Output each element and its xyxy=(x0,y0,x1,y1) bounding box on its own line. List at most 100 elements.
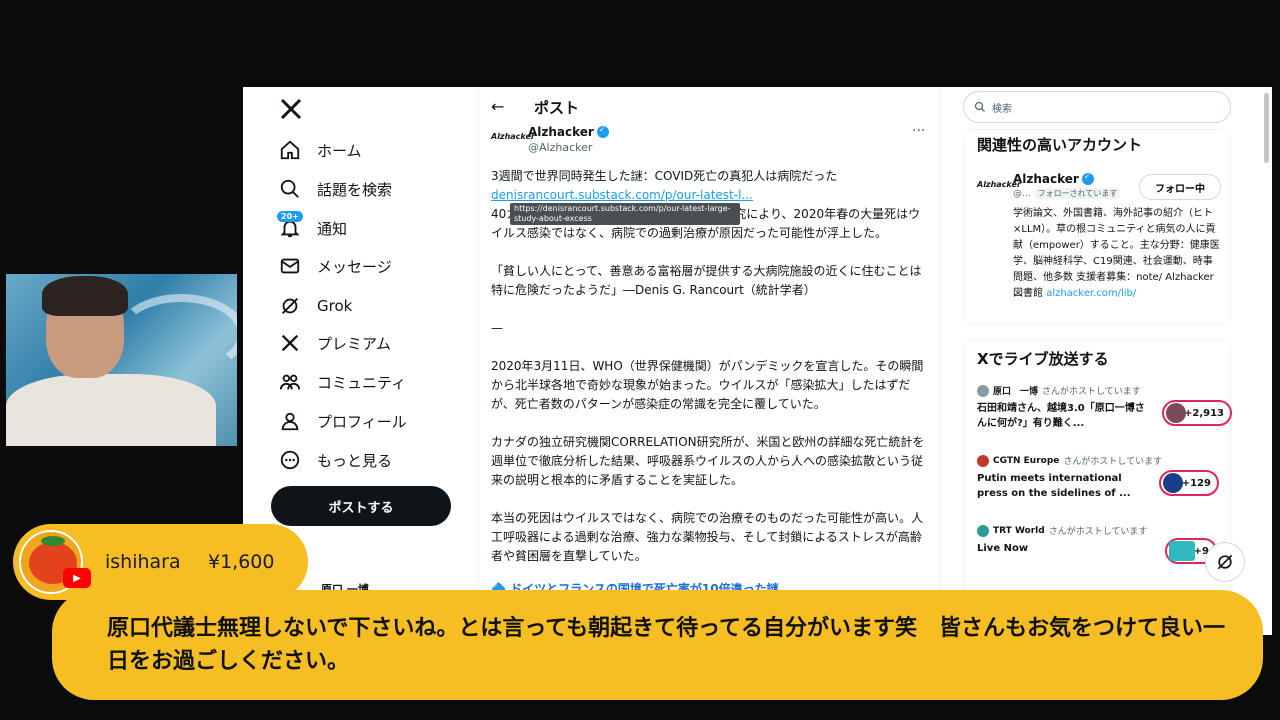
account-name-text: Alzhacker xyxy=(1013,172,1079,186)
author-handle[interactable]: @Alzhacker xyxy=(528,141,592,154)
card-title: Xでライブ放送する xyxy=(977,350,1109,368)
post-paragraph: 本当の死因はウイルスではなく、病院での治療そのものだった可能性が高い。人工呼吸器… xyxy=(491,511,924,563)
search-placeholder: 検索 xyxy=(992,103,1012,115)
live-item[interactable]: 原口 一博 さんがホストしています 石田和靖さん、越境3.0「原口一博さんに何が… xyxy=(977,384,1232,431)
live-host-suffix: さんがホストしています xyxy=(1042,387,1141,397)
verified-badge-icon xyxy=(1081,172,1094,185)
nav-label: Grok xyxy=(317,297,353,315)
host-avatar xyxy=(977,524,989,537)
page-title: ポスト xyxy=(534,99,580,117)
live-listener-count[interactable]: +129 xyxy=(1159,470,1219,496)
nav-label: プロフィール xyxy=(317,412,407,431)
author-name[interactable]: Alzhacker xyxy=(528,125,609,139)
nav-label: メッセージ xyxy=(317,257,392,276)
more-icon xyxy=(280,450,300,470)
host-avatar xyxy=(977,384,989,397)
follows-you-badge: フォローされています xyxy=(1034,188,1121,199)
account-handle-text: @... xyxy=(1013,188,1031,199)
youtube-play-icon: ▶ xyxy=(63,568,91,588)
account-bio-link[interactable]: alzhacker.com/lib/ xyxy=(1046,288,1136,299)
nav-item-notifications[interactable]: 20+ 通知 xyxy=(277,210,348,246)
grok-icon xyxy=(1217,554,1233,570)
grok-icon xyxy=(282,298,298,314)
live-host-name: TRT World xyxy=(993,525,1045,536)
author-name-text: Alzhacker xyxy=(528,125,594,139)
link-tooltip: https://denisrancourt.substack.com/p/our… xyxy=(510,203,740,225)
post-body: 3週間で世界同時発生した謎：COVID死亡の真犯人は病院だった denisran… xyxy=(491,167,929,585)
listener-avatar xyxy=(1163,473,1183,493)
nav-item-home[interactable]: ホーム xyxy=(279,132,362,168)
nav-item-messages[interactable]: メッセージ xyxy=(279,248,392,284)
person-body xyxy=(6,374,216,446)
live-host: TRT World さんがホストしています xyxy=(977,524,1227,537)
account-name[interactable]: Alzhacker xyxy=(1013,172,1094,186)
post-paragraph: 2020年3月11日、WHO（世界保健機関）がパンデミックを宣言した。その瞬間か… xyxy=(491,359,924,411)
nav-item-premium[interactable]: プレミアム xyxy=(279,325,391,361)
browser-window: ホーム 話題を検索 20+ 通知 メッセージ Grok プレミアム コミュニティ… xyxy=(243,87,1272,635)
following-button[interactable]: フォロー中 xyxy=(1139,174,1221,200)
x-logo-icon[interactable] xyxy=(279,97,303,121)
background-dragon xyxy=(116,294,237,374)
scrollbar[interactable] xyxy=(1264,93,1269,163)
nav-label: 通知 xyxy=(317,219,348,238)
account-bio: 学術論文、外国書籍、海外記事の紹介（ヒト×LLM）。草の根コミュニティと病気の人… xyxy=(1013,206,1221,302)
nav-label: コミュニティ xyxy=(317,373,407,392)
post-button[interactable]: ポストする xyxy=(271,486,451,526)
live-title: 石田和靖さん、越境3.0「原口一博さんに何が?」有り難く... xyxy=(977,403,1145,429)
card-title: 関連性の高いアカウント xyxy=(977,136,1143,154)
mail-icon xyxy=(280,258,300,274)
listener-avatar xyxy=(1166,403,1186,423)
nav-item-profile[interactable]: プロフィール xyxy=(279,403,407,439)
live-item[interactable]: TRT World さんがホストしています Live Now +9 xyxy=(977,524,1227,564)
nav-label: ホーム xyxy=(317,141,362,160)
nav-label: もっと見る xyxy=(317,451,393,470)
search-icon xyxy=(974,101,985,112)
live-host-suffix: さんがホストしています xyxy=(1048,527,1148,537)
live-host: CGTN Europe さんがホストしています xyxy=(977,454,1227,467)
x-icon xyxy=(281,334,299,352)
post-detail-column: ← ポスト Alzhacker Alzhacker @Alzhacker ···… xyxy=(478,87,940,635)
leaf-icon xyxy=(41,536,65,546)
superchat-message-bubble: 原口代議士無理しないで下さいね。とは言っても朝起きて待ってる自分がいます笑 皆さ… xyxy=(52,590,1263,700)
person-hair xyxy=(42,276,128,316)
live-host-suffix: さんがホストしています xyxy=(1063,457,1163,467)
post-line: 3週間で世界同時発生した謎：COVID死亡の真犯人は病院だった xyxy=(491,169,838,183)
live-host: 原口 一博 さんがホストしています xyxy=(977,384,1227,397)
account-bio-text: 学術論文、外国書籍、海外記事の紹介（ヒト×LLM）。草の根コミュニティと病気の人… xyxy=(1013,208,1220,299)
nav-label: 話題を検索 xyxy=(317,180,393,199)
live-count-text: +2,913 xyxy=(1183,407,1224,419)
live-count-text: +129 xyxy=(1181,477,1211,489)
grok-floating-button[interactable] xyxy=(1205,542,1245,582)
account-handle: @... フォローされています xyxy=(1013,188,1121,199)
superchat-message: 原口代議士無理しないで下さいね。とは言っても朝起きて待ってる自分がいます笑 皆さ… xyxy=(107,616,1226,674)
listener-avatar xyxy=(1169,541,1195,561)
related-accounts-card: 関連性の高いアカウント Alzhacker Alzhacker @... フォロ… xyxy=(963,129,1231,325)
superchat-username: ishihara xyxy=(105,551,181,573)
nav-item-communities[interactable]: コミュニティ xyxy=(279,364,406,400)
superchat-amount: ¥1,600 xyxy=(208,551,275,573)
host-avatar xyxy=(977,454,989,467)
home-icon xyxy=(280,140,300,160)
back-arrow-icon[interactable]: ← xyxy=(491,97,504,116)
more-options-icon[interactable]: ··· xyxy=(912,123,925,139)
live-host-name: CGTN Europe xyxy=(993,455,1060,466)
nav-label: プレミアム xyxy=(317,334,391,353)
search-input[interactable]: 検索 xyxy=(963,91,1231,123)
person-icon xyxy=(281,412,299,431)
verified-badge-icon xyxy=(596,125,609,138)
nav-item-more[interactable]: もっと見る xyxy=(279,442,392,478)
nav-item-explore[interactable]: 話題を検索 xyxy=(279,171,392,207)
notification-badge: 20+ xyxy=(277,211,303,222)
post-paragraph: カナダの独立研究機関CORRELATION研究所が、米国と欧州の詳細な死亡統計を… xyxy=(491,435,925,487)
nav-item-grok[interactable]: Grok xyxy=(279,288,352,324)
post-divider: — xyxy=(491,321,503,335)
live-title: Live Now xyxy=(977,543,1029,554)
search-icon xyxy=(280,179,299,198)
community-icon xyxy=(279,374,301,390)
webcam-video xyxy=(6,274,237,446)
live-item[interactable]: CGTN Europe さんがホストしています Putin meets inte… xyxy=(977,454,1227,501)
live-host-name: 原口 一博 xyxy=(993,387,1039,397)
post-quote: 「貧しい人にとって、善意ある富裕層が提供する大病院施設の近くに住むことは特に危険… xyxy=(491,264,922,297)
live-listener-count[interactable]: +2,913 xyxy=(1162,400,1232,426)
live-title: Putin meets international press on the s… xyxy=(977,473,1131,499)
